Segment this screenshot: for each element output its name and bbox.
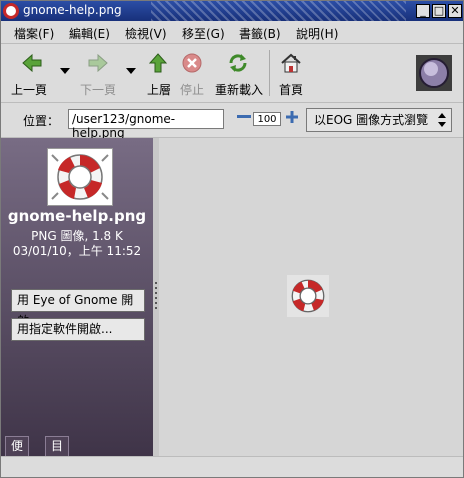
file-name: gnome-help.png <box>7 207 147 225</box>
toolbar: 上一頁 下一頁 上層 停止 重新載入 首頁 <box>1 44 463 103</box>
menu-edit[interactable]: 編輯(E) <box>69 25 110 42</box>
forward-label: 下一頁 <box>80 83 117 97</box>
title-bar[interactable]: gnome-help.png _ □ ✕ <box>1 1 463 21</box>
title-bar-pattern <box>151 1 406 21</box>
file-thumbnail <box>47 148 113 206</box>
up-button[interactable]: 上層 <box>145 44 175 100</box>
location-label: 位置： <box>23 114 60 128</box>
open-with-eog-button[interactable]: 用 Eye of Gnome 開啟 <box>11 289 145 328</box>
file-manager-window: gnome-help.png _ □ ✕ 檔案(F) 編輯(E) 檢視(V) 移… <box>0 0 464 478</box>
file-date: 03/01/10，上午 11:52 <box>12 244 142 258</box>
splitter-grip-icon <box>155 282 157 309</box>
menu-go[interactable]: 移至(G) <box>182 25 225 42</box>
up-label: 上層 <box>147 83 172 97</box>
zoom-in-icon[interactable] <box>285 110 299 124</box>
help-lifebuoy-icon[interactable] <box>3 3 19 19</box>
back-arrow-icon <box>22 53 42 73</box>
menu-view[interactable]: 檢視(V) <box>125 25 167 42</box>
back-button[interactable]: 上一頁 <box>11 44 51 100</box>
forward-history-dropdown-icon[interactable] <box>126 68 136 74</box>
stop-icon <box>182 53 202 73</box>
back-history-dropdown-icon[interactable] <box>60 68 70 74</box>
back-label: 上一頁 <box>11 83 48 97</box>
image-preview-lifebuoy-icon <box>287 275 329 317</box>
tab-notes[interactable]: 便條 <box>5 436 30 471</box>
home-icon <box>281 53 301 73</box>
forward-button[interactable]: 下一頁 <box>77 44 121 100</box>
lifebuoy-icon <box>51 154 109 200</box>
open-with-other-button[interactable]: 用指定軟件開啟... <box>11 318 145 341</box>
forward-arrow-icon <box>88 53 108 73</box>
menu-help[interactable]: 說明(H) <box>296 25 338 42</box>
status-bar <box>1 456 463 477</box>
menu-bookmarks[interactable]: 書籤(B) <box>239 25 281 42</box>
tab-tree[interactable]: 目錄樹 <box>45 436 70 477</box>
maximize-button[interactable]: □ <box>432 4 446 18</box>
reload-button[interactable]: 重新載入 <box>213 44 265 100</box>
stop-button[interactable]: 停止 <box>177 44 207 100</box>
image-view[interactable] <box>159 138 463 456</box>
close-button[interactable]: ✕ <box>448 4 462 18</box>
gnome-throbber-icon <box>416 55 452 91</box>
toolbar-separator <box>269 50 270 96</box>
location-bar: 位置： /user123/gnome-help.png 100 以EOG 圖像方… <box>1 103 463 140</box>
zoom-level[interactable]: 100 <box>253 112 281 126</box>
home-button[interactable]: 首頁 <box>277 44 307 100</box>
menu-bar: 檔案(F) 編輯(E) 檢視(V) 移至(G) 書籤(B) 說明(H) <box>1 21 463 44</box>
minimize-button[interactable]: _ <box>416 4 430 18</box>
menu-file[interactable]: 檔案(F) <box>14 25 54 42</box>
reload-label: 重新載入 <box>215 83 264 97</box>
zoom-out-icon[interactable] <box>237 115 251 118</box>
stop-label: 停止 <box>180 83 205 97</box>
view-as-label: 以EOG 圖像方式瀏覽 <box>314 113 429 127</box>
location-input[interactable]: /user123/gnome-help.png <box>68 109 224 140</box>
up-arrow-icon <box>148 53 168 73</box>
window-title: gnome-help.png <box>23 3 122 17</box>
home-label: 首頁 <box>279 83 304 97</box>
view-as-dropdown[interactable]: 以EOG 圖像方式瀏覽 <box>306 108 452 132</box>
updown-arrows-icon <box>438 113 446 127</box>
reload-icon <box>229 54 247 72</box>
sidebar: gnome-help.png PNG 圖像, 1.8 K 03/01/10，上午… <box>1 138 153 477</box>
